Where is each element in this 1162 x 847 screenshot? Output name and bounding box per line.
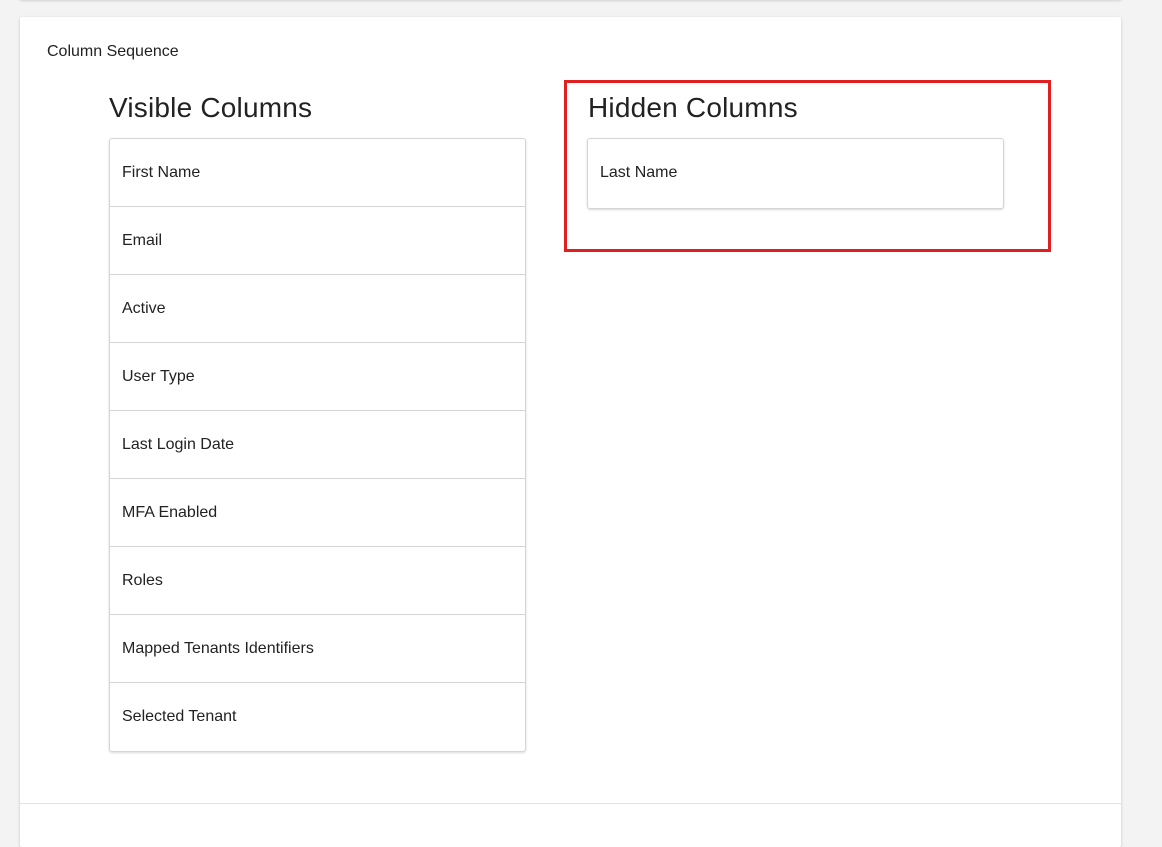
visible-column-item[interactable]: User Type [110, 343, 525, 411]
visible-column-item[interactable]: Active [110, 275, 525, 343]
hidden-columns-heading: Hidden Columns [588, 92, 798, 123]
visible-columns-list: First Name Email Active User Type Last L… [109, 138, 526, 752]
visible-column-item[interactable]: MFA Enabled [110, 479, 525, 547]
visible-column-item[interactable]: Selected Tenant [110, 683, 525, 751]
visible-columns-heading: Visible Columns [109, 92, 313, 123]
visible-column-item[interactable]: Last Login Date [110, 411, 525, 479]
hidden-column-item[interactable]: Last Name [588, 139, 1003, 208]
visible-column-item[interactable]: Mapped Tenants Identifiers [110, 615, 525, 683]
visible-column-item[interactable]: Roles [110, 547, 525, 615]
visible-column-item[interactable]: Email [110, 207, 525, 275]
card-divider [20, 803, 1121, 804]
visible-column-item[interactable]: First Name [110, 139, 525, 207]
column-sequence-card: Column Sequence Visible Columns First Na… [20, 17, 1121, 847]
section-title: Column Sequence [47, 43, 179, 60]
hidden-columns-list: Last Name [587, 138, 1004, 209]
